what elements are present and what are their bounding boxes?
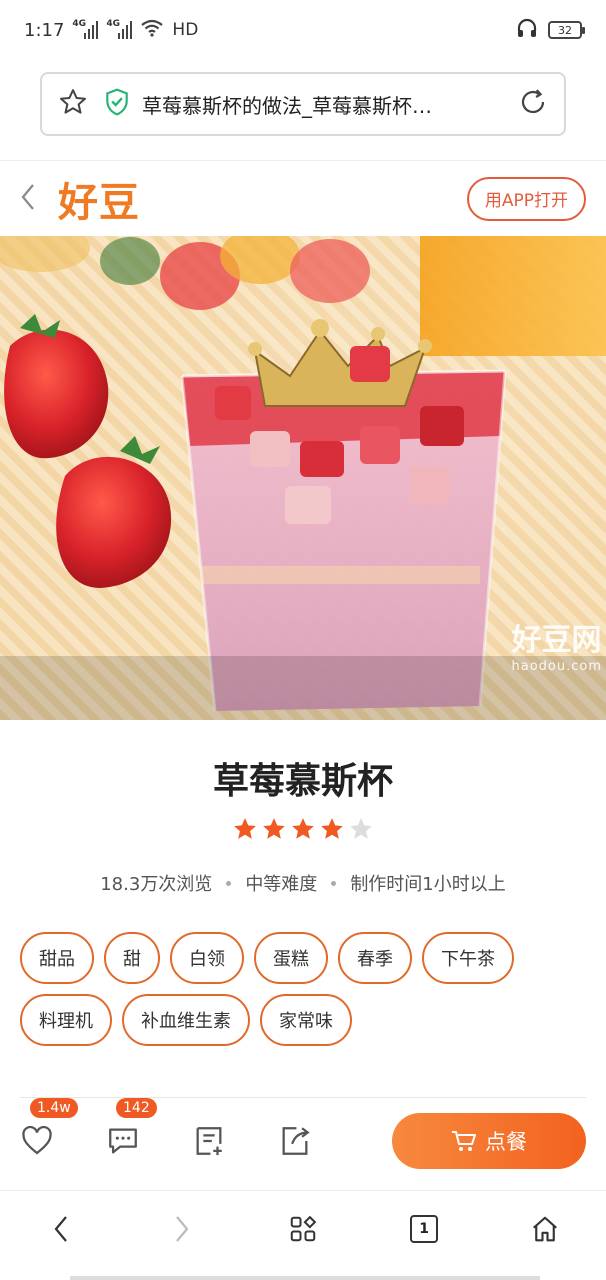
like-button[interactable]: 1.4w xyxy=(20,1097,78,1158)
tab-count: 1 xyxy=(410,1214,439,1243)
grid-menu-icon xyxy=(290,1215,317,1241)
signal-icon: 4G xyxy=(72,19,99,39)
recipe-tags: 甜品甜白领 蛋糕 春季 下午茶料理机 补血维生素 家常味 xyxy=(20,932,586,1046)
site-header: 好豆 用APP打开 xyxy=(0,160,606,236)
star-empty-icon xyxy=(350,818,372,839)
comment-button[interactable]: 142 xyxy=(106,1097,157,1158)
tag-chip[interactable]: 家常味 xyxy=(260,994,352,1046)
nav-forward-button[interactable] xyxy=(152,1199,212,1259)
page-title-url[interactable]: 草莓慕斯杯的做法_草莓慕斯杯… xyxy=(142,90,508,119)
note-add-icon xyxy=(196,1126,222,1155)
separator-dot xyxy=(331,880,337,886)
headphone-icon xyxy=(516,17,538,44)
comment-icon xyxy=(109,1128,137,1153)
hd-indicator: HD xyxy=(172,20,199,40)
heart-icon xyxy=(22,1125,52,1154)
star-filled-icon xyxy=(263,818,285,839)
tag-chip[interactable]: 下午茶 xyxy=(422,932,514,984)
share-button[interactable] xyxy=(278,1124,312,1158)
tag-chip[interactable]: 料理机 xyxy=(20,994,112,1046)
back-icon xyxy=(54,1215,67,1242)
tag-chip[interactable]: 白领 xyxy=(170,932,244,984)
recipe-meta: 18.3万次浏览 中等难度 制作时间1小时以上 xyxy=(0,870,606,896)
star-filled-icon xyxy=(234,818,256,839)
browser-nav: 1 xyxy=(0,1190,606,1266)
order-label: 点餐 xyxy=(485,1129,527,1154)
difficulty: 中等难度 xyxy=(245,874,318,895)
nav-menu-button[interactable] xyxy=(273,1199,333,1259)
nav-home-button[interactable] xyxy=(515,1199,575,1259)
tag-chip[interactable]: 蛋糕 xyxy=(254,932,328,984)
forward-icon xyxy=(175,1215,189,1242)
nav-tabs-button[interactable]: 1 xyxy=(394,1199,454,1259)
watermark: 好豆网 haodou.com xyxy=(511,615,602,674)
security-shield-icon xyxy=(104,88,130,120)
tag-chip[interactable]: 甜品 xyxy=(20,932,94,984)
recipe-title: 草莓慕斯杯 xyxy=(212,761,393,802)
comment-count-badge: 142 xyxy=(116,1097,157,1118)
open-in-app-button[interactable]: 用APP打开 xyxy=(466,176,586,221)
bookmark-star-icon[interactable] xyxy=(58,87,88,121)
tag-chip[interactable]: 补血维生素 xyxy=(122,994,250,1046)
tag-chip[interactable]: 春季 xyxy=(338,932,412,984)
battery-icon: 32 xyxy=(548,21,585,39)
tag-chip[interactable]: 甜 xyxy=(104,932,160,984)
star-filled-icon xyxy=(321,818,343,839)
star-filled-icon xyxy=(292,818,314,839)
back-chevron-icon[interactable] xyxy=(20,182,36,216)
recipe-hero-image: 好豆网 haodou.com xyxy=(0,236,606,720)
clock: 1:17 xyxy=(24,19,65,41)
site-logo[interactable]: 好豆 xyxy=(58,170,140,228)
cart-icon xyxy=(452,1130,476,1151)
add-note-button[interactable] xyxy=(192,1124,226,1158)
watermark-text: 好豆网 xyxy=(511,623,602,658)
refresh-icon[interactable] xyxy=(518,87,548,121)
action-bar: 1.4w 142 点餐 xyxy=(20,1097,586,1183)
rating-stars xyxy=(0,816,606,842)
watermark-url: haodou.com xyxy=(511,659,602,674)
wifi-icon xyxy=(140,19,164,42)
like-count-badge: 1.4w xyxy=(30,1097,78,1118)
view-count: 18.3万次浏览 xyxy=(100,874,213,895)
gesture-bar xyxy=(70,1276,540,1280)
address-bar[interactable]: 草莓慕斯杯的做法_草莓慕斯杯… xyxy=(40,72,566,136)
cook-time: 制作时间1小时以上 xyxy=(350,874,506,895)
battery-level: 32 xyxy=(558,23,572,37)
separator-dot xyxy=(226,880,232,886)
status-bar: 1:17 4G 4G HD 32 xyxy=(0,0,606,60)
share-icon xyxy=(282,1126,310,1155)
home-icon xyxy=(533,1216,558,1241)
nav-back-button[interactable] xyxy=(31,1199,91,1259)
order-button[interactable]: 点餐 xyxy=(392,1112,586,1169)
signal-icon-2: 4G xyxy=(106,19,133,39)
